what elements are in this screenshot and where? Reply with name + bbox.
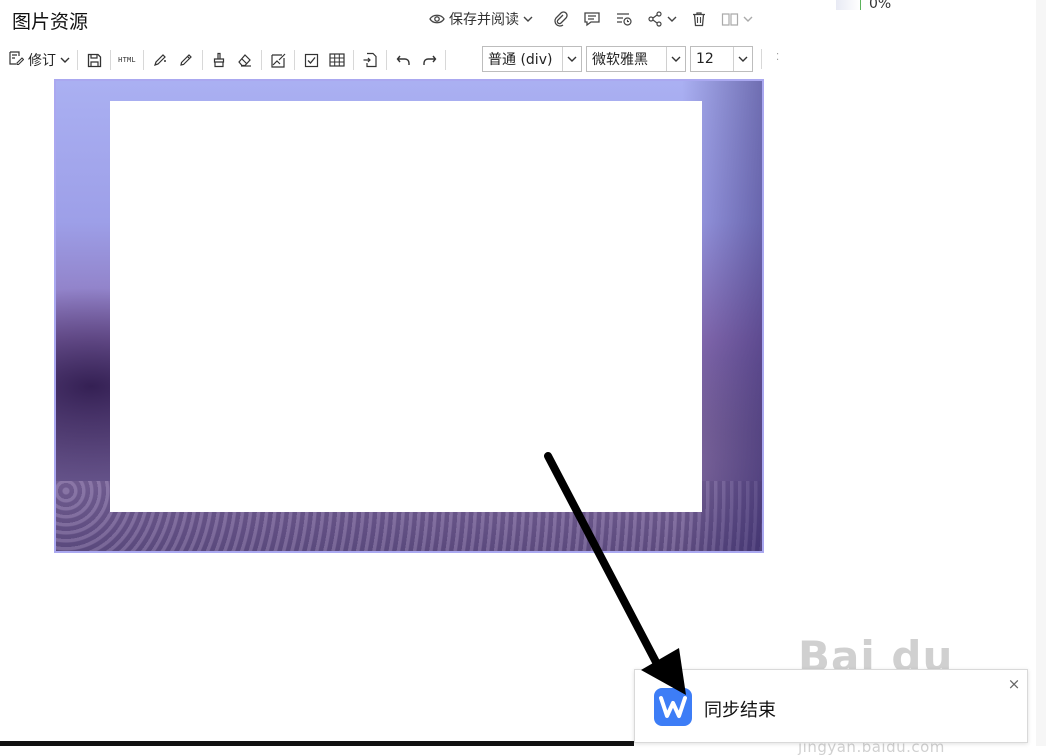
redo-button[interactable] <box>416 47 442 73</box>
editor-toolbar: 修订 HTML <box>4 46 449 74</box>
progress-bar <box>836 0 861 10</box>
progress-indicator: 0% <box>836 0 891 12</box>
chevron-down-icon <box>666 47 685 71</box>
toolbar-divider <box>445 50 446 70</box>
right-edge <box>1036 0 1046 746</box>
undo-button[interactable] <box>390 47 416 73</box>
insert-image-button[interactable] <box>265 47 291 73</box>
eye-icon <box>429 13 445 25</box>
pencil-icon <box>178 52 194 68</box>
book-view-button[interactable] <box>718 6 756 32</box>
progress-text: 0% <box>869 0 892 12</box>
toolbar-divider <box>110 50 111 70</box>
paragraph-format-select[interactable]: 普通 (div) <box>482 46 582 72</box>
delete-button[interactable] <box>688 6 710 32</box>
font-family-value: 微软雅黑 <box>592 52 648 68</box>
comment-button[interactable] <box>580 6 604 32</box>
save-and-read-label: 保存并阅读 <box>449 12 519 28</box>
paragraph-format-value: 普通 (div) <box>488 52 553 68</box>
html-label: HTML <box>118 56 136 64</box>
chevron-down-icon <box>562 47 581 71</box>
html-source-button[interactable]: HTML <box>114 47 140 73</box>
table-icon <box>329 53 345 67</box>
chevron-down-icon <box>733 47 752 71</box>
chevron-down-icon <box>60 52 70 68</box>
brush-icon <box>211 52 227 68</box>
toolbar-divider <box>143 50 144 70</box>
paperclip-icon <box>553 11 569 27</box>
toolbar-divider <box>294 50 295 70</box>
font-family-select[interactable]: 微软雅黑 <box>586 46 686 72</box>
more-tools-handle[interactable]: ⁚ <box>776 52 780 63</box>
file-insert-icon <box>362 52 378 68</box>
toolbar-divider <box>261 50 262 70</box>
font-size-select[interactable]: 12 <box>690 46 753 72</box>
undo-icon <box>396 54 411 67</box>
revise-label: 修订 <box>28 53 56 69</box>
image-edit-icon <box>270 52 287 69</box>
trash-icon <box>691 11 707 27</box>
attachment-button[interactable] <box>550 6 572 32</box>
bottom-edge-strip <box>0 741 634 746</box>
share-icon <box>647 11 663 27</box>
history-button[interactable] <box>612 6 636 32</box>
book-icon <box>721 11 739 27</box>
highlight-pen-button[interactable] <box>147 47 173 73</box>
font-size-value: 12 <box>696 51 714 67</box>
image-white-panel <box>110 101 702 512</box>
insert-table-button[interactable] <box>324 47 350 73</box>
pencil-button[interactable] <box>173 47 199 73</box>
chevron-down-icon <box>667 15 677 23</box>
format-painter-button[interactable] <box>206 47 232 73</box>
share-button[interactable] <box>644 6 680 32</box>
chevron-down-icon <box>743 15 753 23</box>
save-and-read-button[interactable]: 保存并阅读 <box>426 6 536 32</box>
eraser-icon <box>237 52 253 68</box>
eraser-button[interactable] <box>232 47 258 73</box>
save-button[interactable] <box>81 47 107 73</box>
close-icon[interactable]: × <box>1006 676 1022 692</box>
checkbox-icon <box>304 53 319 68</box>
header-actions: 保存并阅读 <box>426 6 756 32</box>
toolbar-divider <box>353 50 354 70</box>
toolbar-divider <box>77 50 78 70</box>
sync-notification[interactable]: 同步结束 × <box>634 669 1028 743</box>
floppy-disk-icon <box>87 53 102 68</box>
checkbox-button[interactable] <box>298 47 324 73</box>
redo-icon <box>422 54 437 67</box>
toolbar-divider <box>761 49 762 69</box>
selected-image[interactable] <box>54 79 764 553</box>
toolbar-divider <box>386 50 387 70</box>
history-icon <box>615 11 633 27</box>
notification-message: 同步结束 <box>704 700 776 721</box>
revise-dropdown[interactable]: 修订 <box>4 47 74 73</box>
edit-note-icon <box>8 50 25 70</box>
marker-pen-icon <box>152 52 168 68</box>
page-title: 图片资源 <box>12 11 89 33</box>
chevron-down-icon <box>523 15 533 23</box>
comment-icon <box>583 11 601 27</box>
wps-app-icon <box>654 688 692 726</box>
toolbar-divider <box>202 50 203 70</box>
insert-file-button[interactable] <box>357 47 383 73</box>
